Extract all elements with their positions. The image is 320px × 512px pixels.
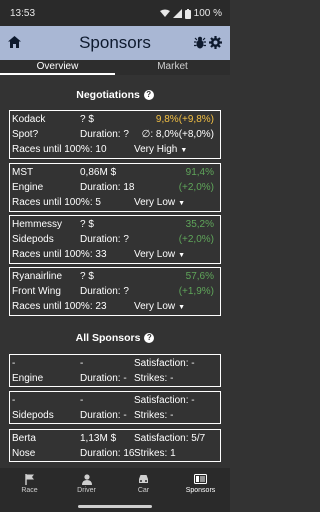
- sponsor-name: MST: [12, 167, 34, 178]
- sponsor-card[interactable]: - - Satisfaction: - Sidepods Duration: -…: [9, 391, 221, 424]
- nav-car[interactable]: Car: [115, 472, 172, 494]
- negotiations-help-icon[interactable]: ?: [143, 90, 154, 101]
- tab-indicator: [0, 73, 115, 75]
- sponsor-duration: Duration: ?: [80, 286, 129, 297]
- tab-market[interactable]: Market: [115, 61, 230, 72]
- priority-value: Very Low: [134, 301, 176, 312]
- nav-sponsors-label: Sponsors: [185, 487, 216, 494]
- flag-icon: [24, 473, 34, 485]
- sponsor-chance: 57,6%: [185, 271, 214, 282]
- person-icon: [81, 473, 92, 485]
- sponsor-slot: Sidepods: [12, 410, 54, 421]
- sponsor-amount: 1,13M $: [80, 433, 117, 444]
- gear-icon[interactable]: [209, 36, 222, 49]
- sponsor-strikes: Strikes: 1: [134, 448, 176, 459]
- sponsor-amount: ? $: [80, 219, 94, 230]
- car-icon: [139, 475, 148, 483]
- sponsor-card[interactable]: Berta 1,13M $ Satisfaction: 5/7 Nose Dur…: [9, 429, 221, 462]
- sponsor-strikes: Strikes: -: [134, 373, 174, 384]
- sponsor-duration: Duration: -: [80, 373, 127, 384]
- negotiation-card[interactable]: Kodack ? $ 9,8%(+9,8%) Spot? Duration: ?…: [9, 110, 221, 159]
- home-indicator[interactable]: [78, 505, 152, 508]
- sponsor-races: Races until 100%: 10: [12, 144, 107, 155]
- sponsor-amount: ? $: [80, 271, 94, 282]
- sponsor-chance: 35,2%: [185, 219, 214, 230]
- nav-race-label: Race: [21, 487, 38, 494]
- sponsor-strikes: Strikes: -: [134, 410, 174, 421]
- sponsor-slot: Nose: [12, 448, 36, 459]
- sponsor-name: -: [12, 358, 16, 369]
- tab-overview[interactable]: Overview: [0, 61, 115, 72]
- sponsor-amount: 0,86M $: [80, 167, 117, 178]
- sponsor-races: Races until 100%: 23: [12, 301, 107, 312]
- nav-driver[interactable]: Driver: [58, 472, 115, 494]
- dropdown-caret-icon: ▼: [178, 304, 186, 311]
- tab-bar: Overview Market: [0, 60, 230, 75]
- dropdown-caret-icon: ▼: [178, 200, 186, 207]
- nav-driver-label: Driver: [77, 487, 96, 494]
- sponsor-amount: -: [80, 395, 84, 406]
- sponsor-races: Races until 100%: 33: [12, 249, 107, 260]
- battery-text: 100 %: [193, 8, 222, 19]
- sponsor-name: Hemmessy: [12, 219, 63, 230]
- sponsor-duration: Duration: 16: [80, 448, 135, 459]
- status-bar: 13:53 100 %: [0, 0, 230, 26]
- dropdown-caret-icon: ▼: [180, 147, 188, 154]
- app-bar: Sponsors: [0, 26, 230, 60]
- negotiations-title: Negotiations: [76, 89, 140, 101]
- sponsor-chance: 9,8%(+9,8%): [155, 114, 214, 125]
- dropdown-caret-icon: ▼: [178, 252, 186, 259]
- sponsor-amount: -: [80, 358, 84, 369]
- sponsor-icon: [194, 474, 207, 484]
- sponsor-chance-change: (+1,9%): [178, 286, 214, 297]
- sponsor-name: Berta: [12, 433, 36, 444]
- sponsor-slot: Sidepods: [12, 234, 54, 245]
- status-icons: 100 %: [159, 8, 222, 19]
- bug-icon[interactable]: [194, 36, 206, 49]
- negotiation-card[interactable]: MST 0,86M $ 91,4% Engine Duration: 18 (+…: [9, 163, 221, 212]
- sponsor-name: -: [12, 395, 16, 406]
- battery-icon: [184, 8, 191, 19]
- sponsor-slot: Front Wing: [12, 286, 61, 297]
- priority-select[interactable]: Very Low ▼: [134, 301, 185, 312]
- sponsor-duration: Duration: 18: [80, 182, 135, 193]
- status-time: 13:53: [10, 8, 36, 19]
- sponsor-slot: Spot?: [12, 129, 39, 140]
- nav-car-label: Car: [137, 487, 150, 494]
- sponsor-duration: Duration: -: [80, 410, 127, 421]
- sponsor-chance-average: ∅: 8,0%(+8,0%): [141, 129, 214, 140]
- priority-value: Very High: [134, 144, 178, 155]
- priority-select[interactable]: Very Low ▼: [134, 249, 185, 260]
- all-sponsors-help-icon[interactable]: ?: [144, 333, 155, 344]
- sponsor-satisfaction: Satisfaction: -: [134, 395, 195, 406]
- priority-select[interactable]: Very High ▼: [134, 144, 187, 155]
- signal-icon: [172, 9, 182, 18]
- priority-value: Very Low: [134, 249, 176, 260]
- priority-value: Very Low: [134, 197, 176, 208]
- sponsor-chance-change: (+2,0%): [178, 182, 214, 193]
- sponsor-chance-change: (+2,0%): [178, 234, 214, 245]
- sponsor-duration: Duration: ?: [80, 129, 129, 140]
- sponsor-card[interactable]: - - Satisfaction: - Engine Duration: - S…: [9, 354, 221, 387]
- nav-sponsors[interactable]: Sponsors: [172, 472, 229, 494]
- negotiations-heading: Negotiations ?: [0, 89, 230, 101]
- negotiation-card[interactable]: Hemmessy ? $ 35,2% Sidepods Duration: ? …: [9, 215, 221, 264]
- sponsor-amount: ? $: [80, 114, 94, 125]
- sponsor-name: Ryanairline: [12, 271, 63, 282]
- sponsor-slot: Engine: [12, 373, 44, 384]
- sponsor-satisfaction: Satisfaction: 5/7: [134, 433, 206, 444]
- all-sponsors-heading: All Sponsors ?: [0, 332, 230, 344]
- sponsor-slot: Engine: [12, 182, 44, 193]
- wifi-icon: [159, 9, 170, 17]
- priority-select[interactable]: Very Low ▼: [134, 197, 185, 208]
- sponsor-chance: 91,4%: [185, 167, 214, 178]
- sponsor-satisfaction: Satisfaction: -: [134, 358, 195, 369]
- negotiation-card[interactable]: Ryanairline ? $ 57,6% Front Wing Duratio…: [9, 267, 221, 316]
- nav-race[interactable]: Race: [1, 472, 58, 494]
- all-sponsors-title: All Sponsors: [75, 332, 141, 344]
- sponsor-races: Races until 100%: 5: [12, 197, 101, 208]
- sponsor-duration: Duration: ?: [80, 234, 129, 245]
- sponsor-name: Kodack: [12, 114, 46, 125]
